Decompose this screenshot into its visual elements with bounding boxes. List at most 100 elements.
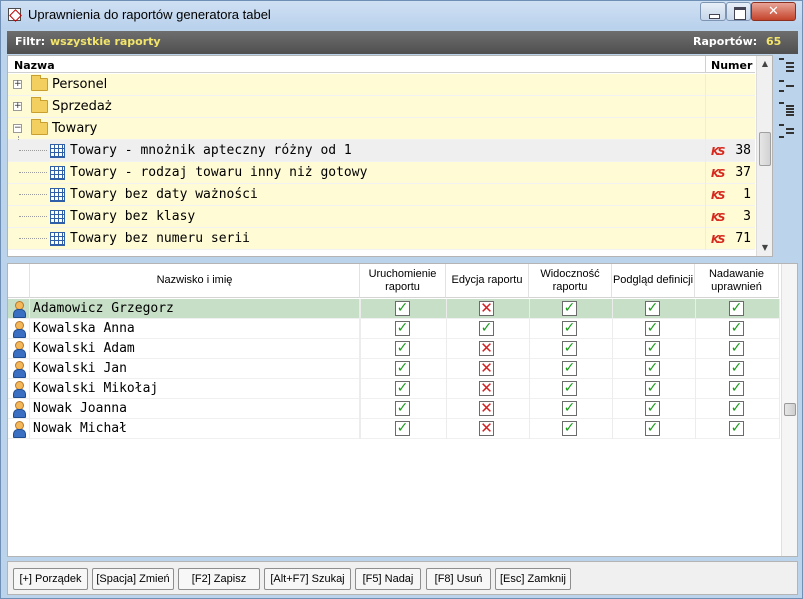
maximize-button[interactable] [726, 2, 751, 21]
permission-preview-checkbox[interactable]: ✓ [645, 301, 660, 316]
tree-number-cell: KS 1 [705, 184, 755, 206]
filter-bar: Filtr: wszystkie raporty Raportów: 65 [7, 31, 798, 54]
tree-list-icon[interactable] [779, 101, 795, 117]
user-row[interactable]: Nowak Michał ✓ ✕ ✓ ✓ ✓ [8, 419, 780, 439]
dialog-window: Uprawnienia do raportów generatora tabel… [0, 0, 803, 599]
expand-icon[interactable]: + [13, 102, 22, 111]
permission-run-checkbox[interactable]: ✓ [395, 341, 410, 356]
permission-edit-checkbox[interactable]: ✕ [479, 401, 494, 416]
user-row[interactable]: Adamowicz Grzegorz ✓ ✕ ✓ ✓ ✓ [8, 299, 780, 319]
permission-edit-checkbox[interactable]: ✕ [479, 421, 494, 436]
user-row[interactable]: Nowak Joanna ✓ ✕ ✓ ✓ ✓ [8, 399, 780, 419]
permission-preview-checkbox[interactable]: ✓ [645, 381, 660, 396]
column-header-visibility[interactable]: Widoczność raportu [529, 264, 612, 298]
permission-grant-checkbox[interactable]: ✓ [729, 361, 744, 376]
permission-grant-checkbox[interactable]: ✓ [729, 321, 744, 336]
reports-scrollbar[interactable]: ▲ ▼ [756, 56, 772, 256]
permission-visibility-checkbox[interactable]: ✓ [562, 301, 577, 316]
permission-edit-checkbox[interactable]: ✕ [479, 361, 494, 376]
column-divider [779, 379, 780, 399]
permissions-scrollbar[interactable] [781, 264, 797, 556]
permission-run-checkbox[interactable]: ✓ [395, 401, 410, 416]
tree-number-cell: KS 37 [705, 162, 755, 184]
tree-folder-sprzedaz[interactable]: + Sprzedaż [8, 96, 755, 118]
ks-report-icon: KS [711, 189, 726, 202]
permission-run-checkbox[interactable]: ✓ [395, 361, 410, 376]
column-header-user[interactable]: Nazwisko i imię [30, 264, 360, 298]
collapse-icon[interactable]: − [13, 124, 22, 133]
collapse-all-icon[interactable] [779, 79, 795, 95]
permission-preview-checkbox[interactable]: ✓ [645, 341, 660, 356]
column-divider [446, 359, 447, 379]
user-name-cell: Kowalska Anna [8, 319, 360, 339]
expand-icon[interactable]: + [13, 80, 22, 89]
permission-visibility-checkbox[interactable]: ✓ [562, 361, 577, 376]
permission-visibility-checkbox[interactable]: ✓ [562, 381, 577, 396]
permission-edit-checkbox[interactable]: ✕ [479, 301, 494, 316]
permission-visibility-checkbox[interactable]: ✓ [562, 341, 577, 356]
permission-preview-checkbox[interactable]: ✓ [645, 361, 660, 376]
permission-edit-checkbox[interactable]: ✕ [479, 341, 494, 356]
search-button[interactable]: [Alt+F7] Szukaj [264, 568, 351, 590]
grant-button[interactable]: [F5] Nadaj [355, 568, 421, 590]
delete-button[interactable]: [F8] Usuń [426, 568, 491, 590]
permission-visibility-checkbox[interactable]: ✓ [562, 321, 577, 336]
tree-folder-personel[interactable]: + Personel [8, 74, 755, 96]
permission-grant-checkbox[interactable]: ✓ [729, 401, 744, 416]
permission-edit-checkbox[interactable]: ✕ [479, 381, 494, 396]
report-count-label: Raportów: [693, 35, 758, 48]
column-header-run[interactable]: Uruchomienie raportu [360, 264, 446, 298]
permission-grant-checkbox[interactable]: ✓ [729, 301, 744, 316]
permission-preview-checkbox[interactable]: ✓ [645, 401, 660, 416]
scroll-thumb[interactable] [759, 132, 771, 166]
expand-all-icon[interactable] [779, 57, 795, 73]
change-button[interactable]: [Spacja] Zmień [92, 568, 174, 590]
user-name: Kowalski Jan [33, 361, 127, 376]
user-name: Adamowicz Grzegorz [33, 301, 174, 316]
user-row[interactable]: Kowalska Anna ✓ ✓ ✓ ✓ ✓ [8, 319, 780, 339]
permission-run-checkbox[interactable]: ✓ [395, 321, 410, 336]
user-name: Kowalska Anna [33, 321, 135, 336]
user-row[interactable]: Kowalski Jan ✓ ✕ ✓ ✓ ✓ [8, 359, 780, 379]
user-row[interactable]: Kowalski Mikołaj ✓ ✕ ✓ ✓ ✓ [8, 379, 780, 399]
tree-report-item[interactable]: Towary bez daty ważności KS 1 [8, 184, 755, 206]
permission-visibility-checkbox[interactable]: ✓ [562, 401, 577, 416]
minimize-button[interactable] [700, 2, 726, 21]
column-header-preview[interactable]: Podgląd definicji [612, 264, 695, 298]
permission-preview-checkbox[interactable]: ✓ [645, 421, 660, 436]
column-header-edit[interactable]: Edycja raportu [446, 264, 529, 298]
permission-preview-checkbox[interactable]: ✓ [645, 321, 660, 336]
permission-grant-checkbox[interactable]: ✓ [729, 341, 744, 356]
permission-grant-checkbox[interactable]: ✓ [729, 381, 744, 396]
tree-number-cell: KS 38 [705, 140, 755, 162]
tree-folder-towary[interactable]: − Towary [8, 118, 755, 140]
order-button[interactable]: [+] Porządek [13, 568, 88, 590]
user-row[interactable]: Kowalski Adam ✓ ✕ ✓ ✓ ✓ [8, 339, 780, 359]
permission-visibility-checkbox[interactable]: ✓ [562, 421, 577, 436]
save-button[interactable]: [F2] Zapisz [178, 568, 260, 590]
column-header-number[interactable]: Numer [705, 56, 755, 73]
permission-edit-checkbox[interactable]: ✓ [479, 321, 494, 336]
sort-tree-icon[interactable] [779, 123, 795, 139]
filter-value[interactable]: wszystkie raporty [50, 35, 161, 48]
tree-report-item[interactable]: Towary - mnożnik apteczny różny od 1 KS … [8, 140, 755, 162]
filter-label: Filtr: [15, 35, 46, 48]
tree-report-item[interactable]: Towary bez numeru serii KS 71 [8, 228, 755, 250]
permission-grant-checkbox[interactable]: ✓ [729, 421, 744, 436]
close-dialog-button[interactable]: [Esc] Zamknij [495, 568, 571, 590]
column-divider [529, 339, 530, 359]
tree-report-item[interactable]: Towary - rodzaj towaru inny niż gotowy K… [8, 162, 755, 184]
scroll-down-icon[interactable]: ▼ [757, 240, 772, 256]
close-button[interactable]: ✕ [751, 2, 796, 21]
column-header-grant[interactable]: Nadawanie uprawnień [695, 264, 779, 298]
scroll-thumb[interactable] [784, 403, 796, 416]
folder-icon [31, 75, 48, 91]
scroll-up-icon[interactable]: ▲ [757, 56, 772, 72]
permission-run-checkbox[interactable]: ✓ [395, 421, 410, 436]
title-bar[interactable]: Uprawnienia do raportów generatora tabel… [1, 1, 802, 29]
permission-run-checkbox[interactable]: ✓ [395, 381, 410, 396]
column-header-name[interactable]: Nazwa [8, 56, 705, 73]
permission-run-checkbox[interactable]: ✓ [395, 301, 410, 316]
tree-report-item[interactable]: Towary bez klasy KS 3 [8, 206, 755, 228]
column-divider [446, 299, 447, 319]
